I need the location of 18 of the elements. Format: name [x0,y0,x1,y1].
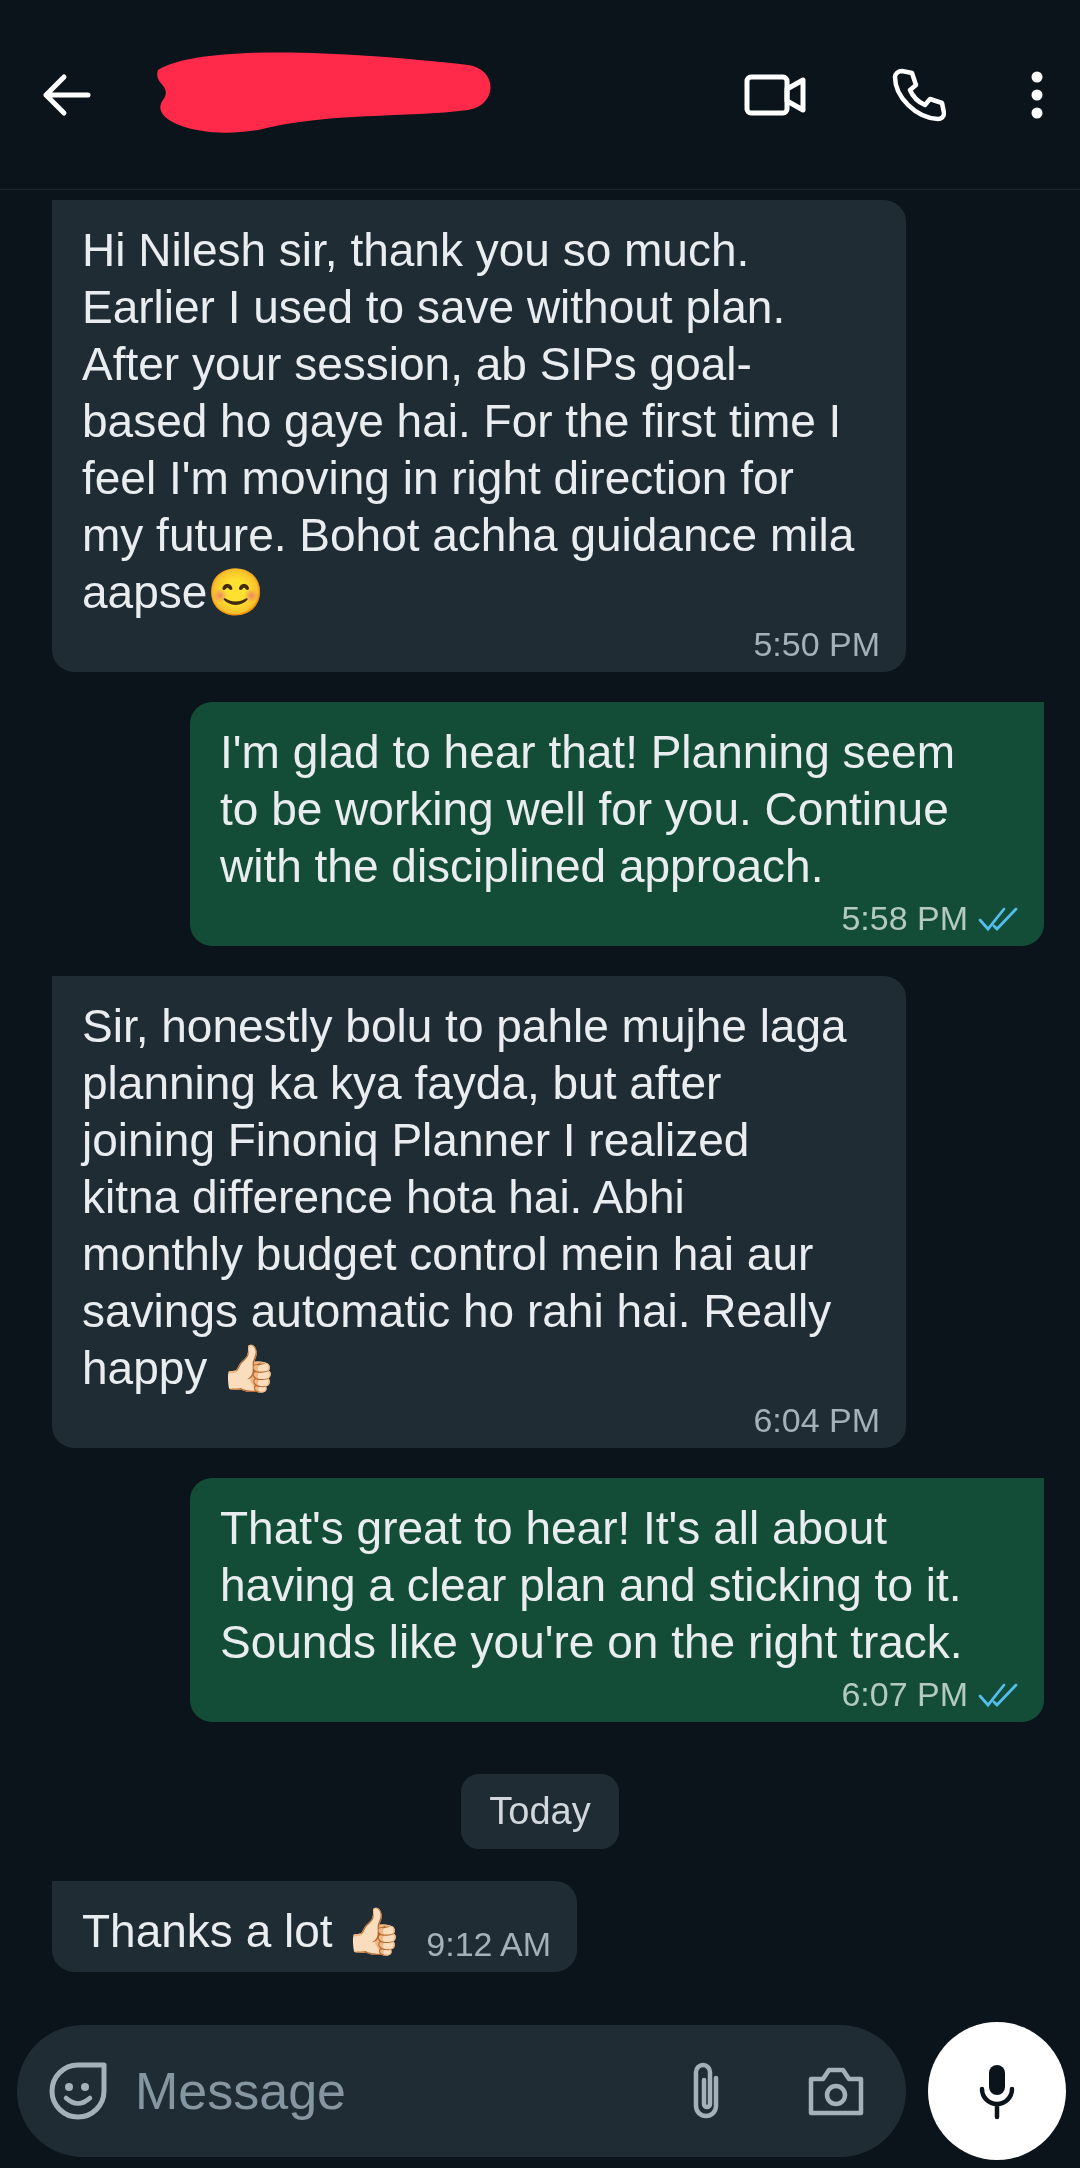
message-time: 9:12 AM [426,1925,552,1964]
message-text: Thanks a lot 👍🏻 [82,1904,403,1959]
message-text: That's great to hear! It's all about having a clear plan and sticking to it. Sounds like you're on the right track. [220,1501,964,1670]
message-time: 6:07 PM [841,1675,968,1714]
more-options-icon[interactable] [1030,69,1044,120]
video-call-icon[interactable] [744,73,806,116]
message-field[interactable]: Message [17,2025,906,2157]
camera-icon[interactable] [806,2065,866,2117]
message-time: 5:58 PM [841,899,968,938]
message-text: I'm glad to hear that! Planning seem to be working well for you. Continue with the disciplined approach. [220,725,956,894]
sticker-icon[interactable] [47,2060,109,2122]
message-text: Hi Nilesh sir, thank you so much. Earlier I used to save without plan. After your session, ab SIPs goal-based ho gaye hai. For the first time I feel I'm moving in right direction for my future. Bohot achha guidance mila aapse😊 [82,223,856,620]
message-input[interactable]: Message [133,2060,662,2122]
phone-icon[interactable] [890,66,946,123]
message-text: Sir, honestly bolu to pahle mujhe laga planning ka kya fayda, but after joining Finoniq Planner I realized kitna difference hota hai. Abhi monthly budget control mein hai aur savings automatic ho rahi hai. Really happy 👍🏻 [82,999,848,1396]
date-chip: Today [461,1774,619,1849]
message-time: 6:04 PM [753,1401,880,1440]
message-time: 5:50 PM [753,625,880,664]
